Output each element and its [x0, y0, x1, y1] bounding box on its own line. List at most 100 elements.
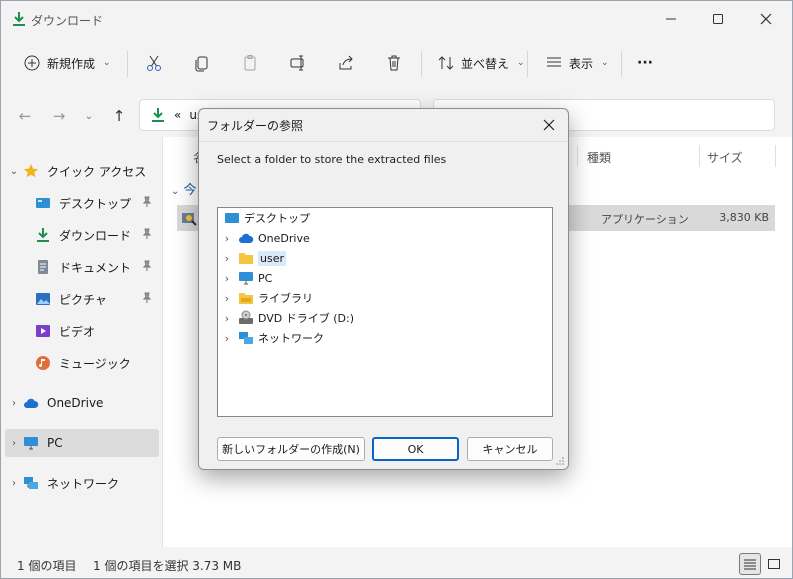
more-button[interactable]: ···	[631, 49, 659, 77]
monitor-icon	[24, 437, 38, 450]
selection-info: 1 個の項目を選択 3.73 MB	[93, 559, 242, 573]
view-label: 表示	[569, 56, 594, 71]
resize-grip-icon[interactable]	[555, 456, 565, 466]
sidebar-item-network[interactable]: › ネットワーク	[5, 469, 159, 497]
rename-button[interactable]	[283, 49, 313, 77]
file-type: アプリケーション	[601, 213, 689, 226]
paste-button[interactable]	[235, 49, 265, 77]
copy-button[interactable]	[187, 49, 217, 77]
ok-button[interactable]: OK	[372, 437, 459, 461]
horizontal-scrollbar[interactable]	[163, 509, 792, 521]
sidebar-item-pictures[interactable]: ピクチャ	[5, 285, 159, 313]
forward-button[interactable]: →	[47, 105, 71, 127]
clipboard-icon	[244, 55, 256, 71]
sidebar-item-pc[interactable]: › PC	[5, 429, 159, 457]
network-icon	[239, 332, 253, 344]
column-divider[interactable]	[699, 145, 700, 167]
sort-icon	[438, 56, 454, 70]
window-title: ダウンロード	[31, 14, 104, 28]
chevron-right-icon[interactable]: ›	[220, 252, 234, 265]
sidebar-item-documents[interactable]: ドキュメント	[5, 253, 159, 281]
close-icon	[543, 119, 555, 131]
chevron-right-icon[interactable]: ›	[220, 272, 234, 285]
chevron-down-icon[interactable]: ⌄	[5, 166, 23, 177]
sidebar-item-label: ピクチャ	[59, 292, 107, 307]
sidebar-item-downloads[interactable]: ダウンロード	[5, 221, 159, 249]
tiles-view-button[interactable]	[763, 553, 785, 575]
music-icon	[36, 356, 50, 370]
tree-item-network[interactable]: › ネットワーク	[220, 328, 324, 348]
tree-item-pc[interactable]: › PC	[220, 268, 272, 288]
chevron-right-icon[interactable]: ›	[220, 292, 234, 305]
column-divider[interactable]	[775, 145, 776, 167]
share-button[interactable]	[331, 49, 361, 77]
cancel-button[interactable]: キャンセル	[467, 437, 553, 461]
tree-item-label: ネットワーク	[258, 332, 324, 345]
minimize-button[interactable]	[651, 5, 691, 33]
details-view-button[interactable]	[739, 553, 761, 575]
tree-item-dvd-drive[interactable]: › DVD ドライブ (D:)	[220, 308, 354, 328]
chevron-right-icon[interactable]: ›	[220, 332, 234, 345]
chevron-right-icon[interactable]: ›	[5, 398, 23, 409]
tree-item-libraries[interactable]: › ライブラリ	[220, 288, 313, 308]
download-icon	[37, 228, 49, 242]
more-label: ···	[637, 55, 653, 71]
new-label: 新規作成	[47, 56, 96, 71]
new-button[interactable]: 新規作成 ⌄	[17, 49, 117, 77]
list-view-icon	[547, 57, 561, 67]
toolbar-divider	[527, 51, 528, 77]
sidebar-item-music[interactable]: ミュージック	[5, 349, 159, 377]
chevron-down-icon: ⌄	[84, 110, 94, 122]
close-button[interactable]	[746, 5, 786, 33]
tree-item-label: PC	[258, 271, 273, 285]
sidebar-item-label: クイック アクセス	[47, 164, 147, 179]
arrow-right-icon: →	[52, 107, 66, 125]
video-icon	[36, 325, 50, 337]
group-header[interactable]: ⌄ 今	[171, 179, 197, 198]
cut-button[interactable]	[139, 49, 169, 77]
dialog-close-button[interactable]	[536, 113, 562, 137]
tree-item-label: OneDrive	[258, 231, 310, 245]
maximize-icon	[713, 14, 723, 24]
chevron-down-icon: ⌄	[601, 58, 609, 68]
recent-locations-button[interactable]: ⌄	[77, 105, 101, 127]
column-header-type[interactable]: 種類	[587, 149, 611, 166]
sort-button[interactable]: 並べ替え ⌄	[431, 49, 531, 77]
download-icon	[152, 108, 164, 122]
chevron-right-icon[interactable]: ›	[220, 312, 234, 325]
tree-item-desktop[interactable]: デスクトップ	[220, 208, 310, 228]
picture-icon	[36, 293, 50, 305]
maximize-button[interactable]	[698, 5, 738, 33]
new-folder-button[interactable]: 新しいフォルダーの作成(N)	[217, 437, 365, 461]
sidebar-item-quick-access[interactable]: ⌄ クイック アクセス	[5, 157, 159, 185]
tree-item-onedrive[interactable]: › OneDrive	[220, 228, 310, 248]
column-header-size[interactable]: サイズ	[707, 149, 743, 166]
folder-tree[interactable]: デスクトップ › OneDrive › user › PC › ライブラリ › …	[217, 207, 553, 417]
minimize-icon	[666, 18, 676, 20]
sidebar-item-videos[interactable]: ビデオ	[5, 317, 159, 345]
sidebar-item-onedrive[interactable]: › OneDrive	[5, 389, 159, 417]
star-icon	[23, 164, 39, 178]
view-button[interactable]: 表示 ⌄	[539, 49, 615, 77]
dvd-drive-icon	[239, 310, 253, 324]
chevron-right-icon[interactable]: ›	[5, 438, 23, 449]
toolbar-divider	[621, 51, 622, 77]
pin-icon	[142, 196, 152, 207]
column-divider[interactable]	[577, 145, 578, 167]
chevron-right-icon[interactable]: ›	[220, 232, 234, 245]
address-overflow[interactable]: «	[174, 108, 181, 122]
sidebar-item-label: ネットワーク	[47, 476, 120, 491]
chevron-right-icon[interactable]: ›	[5, 478, 23, 489]
up-button[interactable]: ↑	[107, 105, 131, 127]
sidebar-item-desktop[interactable]: デスクトップ	[5, 189, 159, 217]
pin-icon	[142, 292, 152, 303]
dialog-prompt: Select a folder to store the extracted f…	[217, 153, 447, 166]
download-icon	[13, 12, 25, 26]
network-icon	[24, 477, 38, 489]
delete-button[interactable]	[379, 49, 409, 77]
tree-item-user[interactable]: › user	[220, 248, 286, 268]
share-icon	[339, 55, 353, 70]
back-button[interactable]: ←	[13, 105, 37, 127]
desktop-icon	[36, 198, 50, 208]
sidebar-item-label: ビデオ	[59, 324, 96, 339]
